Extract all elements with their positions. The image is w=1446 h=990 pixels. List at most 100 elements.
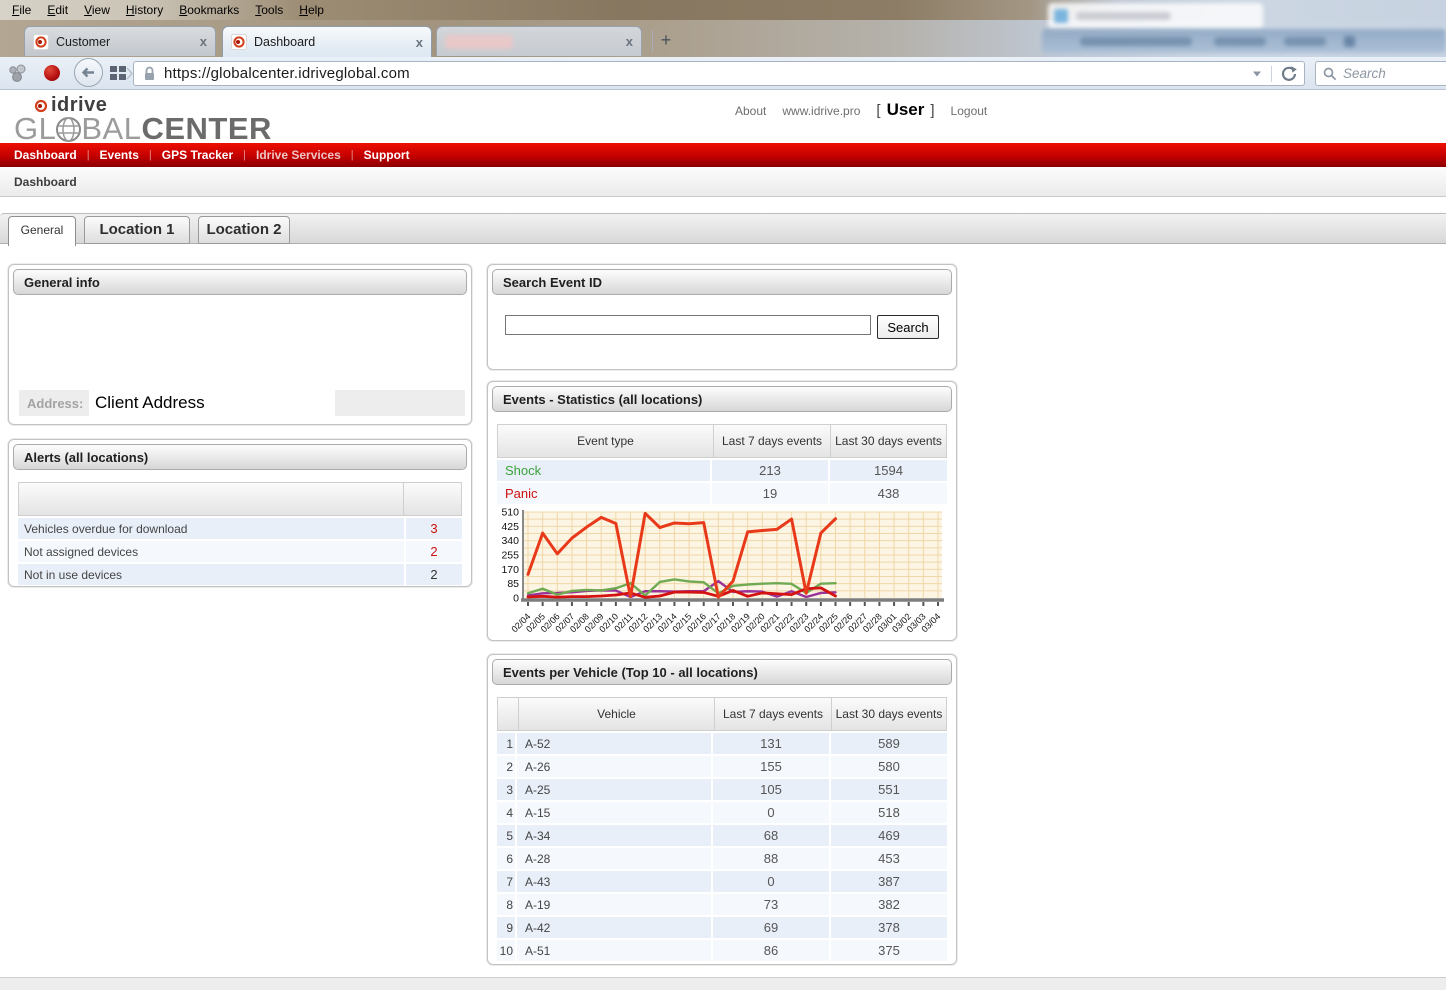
logout-link[interactable]: Logout	[951, 104, 988, 118]
nav-item-gps-tracker[interactable]: GPS Tracker	[152, 148, 243, 162]
alert-count[interactable]: 2	[406, 541, 462, 562]
vehicle-name: A-19	[517, 894, 711, 915]
vehicle-name: A-15	[517, 802, 711, 823]
event-stats-panel: Events - Statistics (all locations) Even…	[487, 381, 957, 641]
menu-file[interactable]: File	[4, 1, 39, 19]
about-link[interactable]: About	[735, 104, 766, 118]
close-icon[interactable]: x	[626, 34, 633, 49]
col-event-type: Event type	[498, 425, 713, 457]
last30-value: 1594	[830, 460, 947, 481]
last30-value: 551	[831, 779, 947, 800]
alert-row[interactable]: Not in use devices2	[18, 564, 462, 585]
site-link[interactable]: www.idrive.pro	[782, 104, 860, 118]
last30-value: 378	[831, 917, 947, 938]
col-rank	[498, 698, 518, 730]
panel-title: General info	[13, 269, 467, 295]
browser-toolbar: https://globalcenter.idriveglobal.com Se…	[0, 57, 1446, 90]
url-bar[interactable]: https://globalcenter.idriveglobal.com	[133, 61, 1305, 86]
nav-item-support[interactable]: Support	[354, 148, 420, 162]
page-tab-location-2[interactable]: Location 2	[198, 216, 290, 244]
vehicle-row: 7A-430387	[497, 871, 947, 892]
breadcrumb-label: Dashboard	[14, 175, 77, 189]
rank: 6	[497, 848, 515, 869]
last30-value: 387	[831, 871, 947, 892]
alert-row[interactable]: Not assigned devices2	[18, 541, 462, 562]
address-row: Address: Client Address	[19, 390, 465, 416]
page-bottom-strip	[0, 977, 1446, 990]
alert-label: Not assigned devices	[18, 541, 404, 562]
main-nav: Dashboard|Events|GPS Tracker|Idrive Serv…	[0, 143, 1446, 167]
tab-dashboard[interactable]: Dashboard x	[222, 26, 432, 57]
last7-value: 19	[712, 483, 828, 504]
vehicle-name: A-34	[517, 825, 711, 846]
page-tab-general[interactable]: General	[8, 216, 76, 246]
events-per-vehicle-panel: Events per Vehicle (Top 10 - all locatio…	[487, 654, 957, 965]
browser-search-input[interactable]: Search	[1315, 61, 1446, 86]
logo-text-bal: BAL	[81, 111, 141, 147]
vehicle-name: A-52	[517, 733, 711, 754]
back-button[interactable]	[74, 58, 103, 87]
blurred-tab-title	[445, 35, 513, 49]
alert-row[interactable]: Vehicles overdue for download3	[18, 518, 462, 539]
menu-history[interactable]: History	[118, 1, 171, 19]
alerts-table-header	[18, 482, 462, 516]
record-extension-icon[interactable]	[44, 65, 60, 81]
col-last30: Last 30 days events	[831, 698, 946, 730]
vehicles-table: Vehicle Last 7 days events Last 30 days …	[497, 697, 947, 961]
page-tab-location-1[interactable]: Location 1	[84, 216, 190, 244]
last7-value: 73	[713, 894, 829, 915]
bookmarks-grid-icon[interactable]	[110, 66, 127, 81]
menu-bookmarks[interactable]: Bookmarks	[171, 1, 247, 19]
rank: 7	[497, 871, 515, 892]
alert-count[interactable]: 2	[406, 564, 462, 585]
last7-value: 88	[713, 848, 829, 869]
site-logo[interactable]: idrive GL BAL CENTER	[14, 94, 272, 147]
event-id-input[interactable]	[505, 315, 871, 335]
col-vehicle: Vehicle	[518, 698, 714, 730]
urlbar-dropdown-icon[interactable]	[1251, 70, 1263, 78]
search-placeholder: Search	[1343, 66, 1386, 81]
user-name[interactable]: User	[887, 100, 925, 120]
alert-label: Not in use devices	[18, 564, 404, 585]
last30-value: 589	[831, 733, 947, 754]
menu-help[interactable]: Help	[291, 1, 332, 19]
alerts-panel: Alerts (all locations) Vehicles overdue …	[8, 439, 472, 587]
last30-value: 580	[831, 756, 947, 777]
vehicle-row: 9A-4269378	[497, 917, 947, 938]
vehicle-row: 4A-150518	[497, 802, 947, 823]
vehicle-row: 5A-3468469	[497, 825, 947, 846]
reload-icon[interactable]	[1279, 64, 1299, 84]
menu-edit[interactable]: Edit	[39, 1, 76, 19]
event-search-button[interactable]: Search	[877, 315, 939, 339]
event-stats-table: Event type Last 7 days events Last 30 da…	[497, 424, 947, 504]
rank: 1	[497, 733, 515, 754]
nav-item-idrive-services[interactable]: Idrive Services	[246, 148, 351, 162]
last7-value: 213	[712, 460, 828, 481]
menu-view[interactable]: View	[76, 1, 118, 19]
extension-paw-icon[interactable]	[8, 64, 28, 83]
new-tab-button[interactable]: +	[652, 30, 679, 52]
nav-item-dashboard[interactable]: Dashboard	[14, 148, 87, 162]
user-menu[interactable]: [ User ]	[876, 100, 934, 120]
close-icon[interactable]: x	[416, 35, 423, 50]
tab-blank[interactable]: x	[436, 26, 642, 56]
blurred-window-icon	[1054, 9, 1068, 23]
idrive-favicon	[231, 34, 247, 50]
last7-value: 131	[713, 733, 829, 754]
last7-value: 68	[713, 825, 829, 846]
address-value: Client Address	[89, 390, 335, 416]
vehicle-row: 6A-2888453	[497, 848, 947, 869]
tab-customer[interactable]: Customer x	[24, 26, 216, 56]
col-last7: Last 7 days events	[713, 425, 830, 457]
close-icon[interactable]: x	[200, 34, 207, 49]
alert-label: Vehicles overdue for download	[18, 518, 404, 539]
rank: 2	[497, 756, 515, 777]
alert-count[interactable]: 3	[406, 518, 462, 539]
url-text[interactable]: https://globalcenter.idriveglobal.com	[164, 65, 410, 82]
logo-text-center: CENTER	[141, 111, 271, 147]
last7-value: 0	[713, 802, 829, 823]
location-tab-bar: General Location 1 Location 2	[0, 213, 1446, 244]
nav-item-events[interactable]: Events	[90, 148, 149, 162]
menu-tools[interactable]: Tools	[247, 1, 291, 19]
panel-title: Events - Statistics (all locations)	[492, 386, 952, 412]
